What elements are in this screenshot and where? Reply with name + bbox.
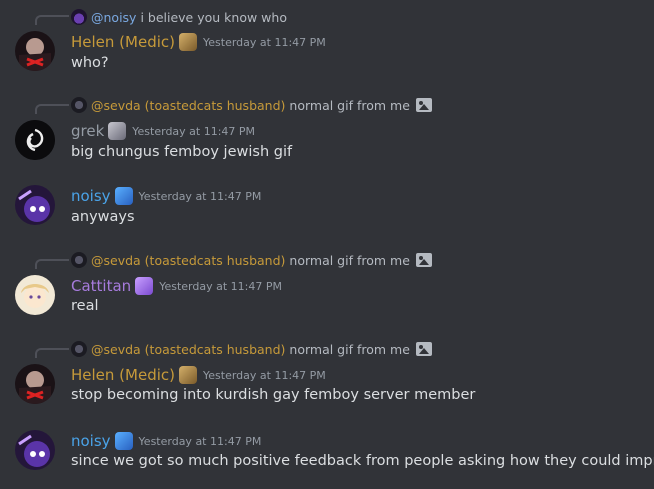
timestamp[interactable]: Yesterday at 11:47 PM bbox=[139, 190, 262, 203]
image-icon bbox=[415, 342, 432, 356]
author-name[interactable]: noisy bbox=[71, 187, 111, 205]
reply-spine bbox=[35, 15, 69, 25]
image-icon bbox=[415, 98, 432, 112]
message-content: anyways bbox=[71, 209, 135, 225]
avatar[interactable] bbox=[15, 120, 55, 160]
avatar[interactable] bbox=[15, 31, 55, 71]
role-icon bbox=[114, 187, 133, 205]
message-content: stop becoming into kurdish gay femboy se… bbox=[71, 387, 476, 403]
role-icon bbox=[135, 277, 154, 295]
avatar[interactable] bbox=[15, 430, 55, 470]
timestamp[interactable]: Yesterday at 11:47 PM bbox=[139, 435, 262, 448]
avatar[interactable] bbox=[15, 364, 55, 404]
reply-author[interactable]: @sevda (toastedcats husband) bbox=[91, 98, 285, 113]
reply-text: normal gif from me bbox=[289, 97, 410, 113]
reply-preview[interactable]: @sevda (toastedcats husband) normal gif … bbox=[71, 251, 432, 269]
reply-preview[interactable]: @sevda (toastedcats husband) normal gif … bbox=[71, 96, 432, 114]
role-icon bbox=[179, 33, 197, 51]
avatar[interactable] bbox=[15, 275, 55, 315]
avatar-image bbox=[15, 275, 55, 315]
reply-text: normal gif from me bbox=[289, 341, 410, 357]
avatar-image bbox=[15, 31, 55, 71]
message-content: real bbox=[71, 298, 99, 314]
message-content: big chungus femboy jewish gif bbox=[71, 144, 293, 160]
role-icon bbox=[179, 366, 197, 384]
reply-avatar bbox=[71, 9, 87, 25]
role-icon bbox=[108, 122, 127, 140]
author-name[interactable]: grek bbox=[71, 122, 104, 140]
reply-author[interactable]: @sevda (toastedcats husband) bbox=[91, 342, 285, 357]
message-content: who? bbox=[71, 55, 109, 71]
avatar-image bbox=[15, 430, 55, 470]
avatar-image bbox=[15, 185, 55, 225]
reply-spine bbox=[35, 104, 69, 114]
reply-spine bbox=[35, 259, 69, 269]
role-icon bbox=[114, 432, 133, 450]
avatar[interactable] bbox=[15, 185, 55, 225]
reply-author[interactable]: @sevda (toastedcats husband) bbox=[91, 253, 285, 268]
avatar-image bbox=[15, 364, 55, 404]
reply-preview[interactable]: @sevda (toastedcats husband) normal gif … bbox=[71, 340, 432, 358]
timestamp[interactable]: Yesterday at 11:47 PM bbox=[203, 369, 326, 382]
reply-text: normal gif from me bbox=[289, 252, 410, 268]
reply-author[interactable]: @noisy bbox=[91, 10, 136, 25]
timestamp[interactable]: Yesterday at 11:47 PM bbox=[132, 125, 255, 138]
image-icon bbox=[415, 253, 432, 267]
reply-avatar bbox=[71, 97, 87, 113]
timestamp[interactable]: Yesterday at 11:47 PM bbox=[159, 280, 282, 293]
author-name[interactable]: Helen (Medic) bbox=[71, 366, 175, 384]
author-name[interactable]: Cattitan bbox=[71, 277, 131, 295]
reply-preview[interactable]: @noisy i believe you know who bbox=[71, 8, 287, 26]
reply-text: i believe you know who bbox=[140, 9, 287, 25]
reply-avatar bbox=[71, 341, 87, 357]
reply-spine bbox=[35, 348, 69, 358]
author-name[interactable]: noisy bbox=[71, 432, 111, 450]
message-content: since we got so much positive feedback f… bbox=[71, 453, 654, 469]
timestamp[interactable]: Yesterday at 11:47 PM bbox=[203, 36, 326, 49]
author-name[interactable]: Helen (Medic) bbox=[71, 33, 175, 51]
avatar-image bbox=[15, 120, 55, 160]
reply-avatar bbox=[71, 252, 87, 268]
